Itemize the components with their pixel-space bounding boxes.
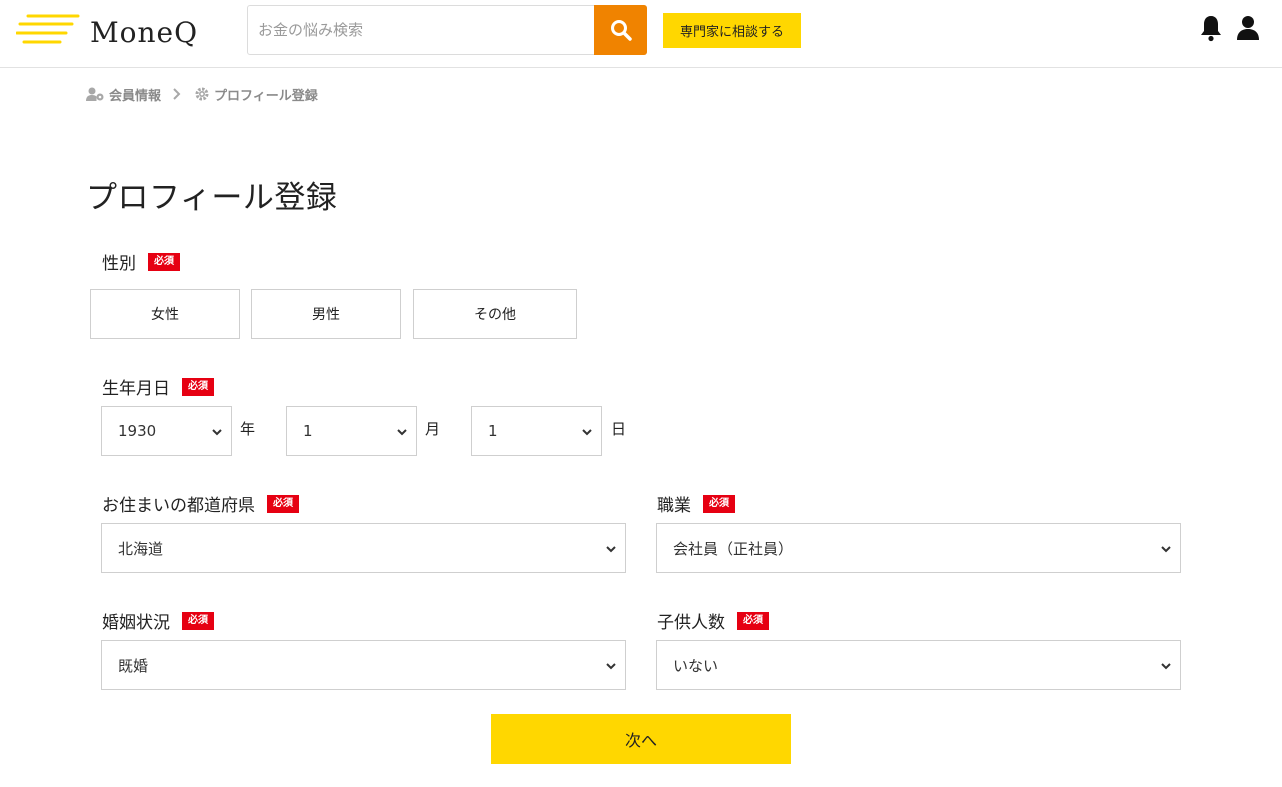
consult-expert-button[interactable]: 専門家に相談する [663,13,801,48]
search-box [247,5,647,55]
gender-label-text: 性別 [102,254,136,274]
prefecture-value: 北海道 [118,539,164,558]
marital-value: 既婚 [118,656,149,675]
year-unit: 年 [240,420,256,438]
children-count-select[interactable]: いない [656,640,1181,690]
children-label-text: 子供人数 [657,613,725,633]
required-badge: 必須 [148,252,180,271]
search-button[interactable] [594,5,647,55]
required-badge: 必須 [737,611,769,630]
occupation-value: 会社員（正社員） [673,539,794,558]
birth-year-select[interactable]: 1930 [101,406,232,456]
user-icon[interactable] [1236,14,1260,42]
chevron-down-icon [1161,663,1171,670]
birth-month-select[interactable]: 1 [286,406,417,456]
birth-day-value: 1 [488,422,498,440]
chevron-down-icon [1161,546,1171,553]
birth-month-value: 1 [303,422,313,440]
children-label: 子供人数 必須 [657,608,769,633]
chevron-down-icon [606,663,616,670]
next-button[interactable]: 次へ [491,714,791,764]
occupation-label-text: 職業 [657,496,691,516]
chevron-right-icon [173,88,181,100]
birthdate-label-text: 生年月日 [102,379,170,399]
occupation-select[interactable]: 会社員（正社員） [656,523,1181,573]
bell-icon[interactable] [1199,14,1223,42]
search-icon [610,20,632,41]
birthdate-label: 生年月日 必須 [102,374,214,399]
prefecture-label-text: お住まいの都道府県 [102,496,255,516]
day-unit: 日 [611,420,627,438]
children-value: いない [673,656,719,675]
required-badge: 必須 [182,611,214,630]
gender-male-button[interactable]: 男性 [251,289,401,339]
breadcrumb-member-info[interactable]: 会員情報 [86,85,161,104]
breadcrumb-label: 会員情報 [109,88,162,104]
chevron-down-icon [397,429,407,436]
chevron-down-icon [212,429,222,436]
gender-other-button[interactable]: その他 [413,289,577,339]
required-badge: 必須 [182,377,214,396]
required-badge: 必須 [703,494,735,513]
logo-lines-icon [16,14,80,44]
site-header: MoneQ 専門家に相談する [0,0,1282,68]
marital-label: 婚姻状況 必須 [102,608,214,633]
gear-icon [195,87,209,101]
occupation-label: 職業 必須 [657,491,735,516]
required-badge: 必須 [267,494,299,513]
prefecture-select[interactable]: 北海道 [101,523,626,573]
breadcrumb: 会員情報 プロフィール登録 [86,84,318,104]
page-title: プロフィール登録 [86,180,338,216]
birth-year-value: 1930 [118,422,157,440]
logo[interactable]: MoneQ [16,12,206,52]
birth-day-select[interactable]: 1 [471,406,602,456]
gender-female-button[interactable]: 女性 [90,289,240,339]
month-unit: 月 [425,420,441,438]
logo-text: MoneQ [90,16,199,49]
breadcrumb-profile[interactable]: プロフィール登録 [195,85,318,104]
marital-status-select[interactable]: 既婚 [101,640,626,690]
chevron-down-icon [606,546,616,553]
chevron-down-icon [582,429,592,436]
breadcrumb-label: プロフィール登録 [214,88,318,104]
marital-label-text: 婚姻状況 [102,613,170,633]
gender-label: 性別 必須 [102,249,180,274]
user-gear-icon [86,87,104,101]
prefecture-label: お住まいの都道府県 必須 [102,491,299,516]
search-input[interactable] [248,6,596,54]
